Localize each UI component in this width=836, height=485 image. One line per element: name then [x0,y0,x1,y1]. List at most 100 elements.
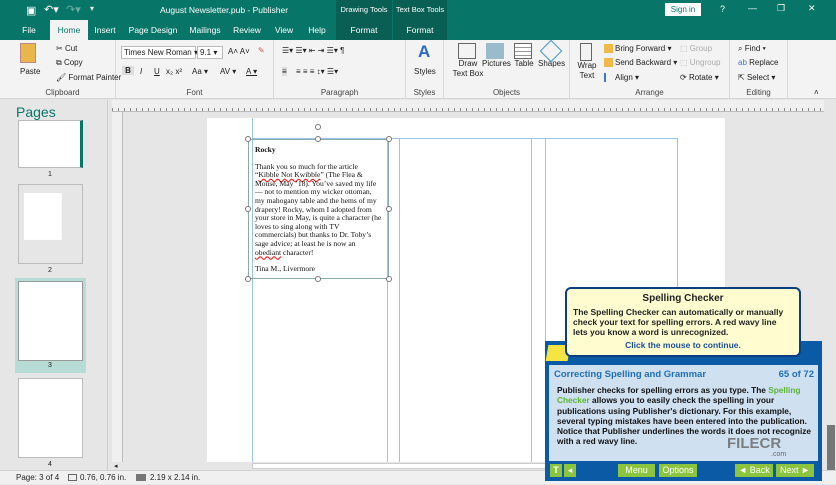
sign-in-button[interactable]: Sign in [665,3,701,16]
audio-button[interactable]: ◂ [564,464,576,477]
page-thumbnail-1[interactable] [18,120,83,168]
clear-formatting-icon[interactable]: ✎ [258,46,265,55]
tab-drawing-format[interactable]: Format [336,20,392,40]
grow-font-icon[interactable]: A˄ A˅ [228,47,250,56]
page-thumbnail-2[interactable] [18,184,83,264]
shapes-button[interactable]: Shapes [538,39,565,69]
send-backward-button[interactable]: Send Backward ▾ [604,58,677,68]
letter-body: Thank you so much for the article “Kibbl… [255,162,382,258]
menu-button[interactable]: Menu [618,464,655,477]
copy-button[interactable]: ⧉ Copy [56,58,83,68]
group-button[interactable]: ⬚ Group [680,44,712,53]
select-button[interactable]: ⇱ Select ▾ [738,73,775,82]
paragraph-group: ☰▾ ☰▾ ⇤ ⇥ ☰▾ ¶ ≡ ≡ ≡ ≡ ↕▾ ☰▾ Paragraph [274,40,406,99]
find-button[interactable]: ⌕ Find ▾ [738,44,766,54]
resize-handle[interactable] [386,136,392,142]
resize-handle[interactable] [386,206,392,212]
page-indicator[interactable]: Page: 3 of 4 [16,471,59,485]
tutorial-progress: 65 of 72 [778,369,814,380]
scroll-thumb[interactable] [252,463,552,469]
styles-group: A Styles Styles [406,40,444,99]
replace-button[interactable]: ab Replace [738,58,779,67]
back-button[interactable]: ◄ Back [735,464,773,477]
tab-text-box-format[interactable]: Format [393,20,447,40]
pictures-label: Pictures [482,59,511,68]
font-name-select[interactable]: Times New Roman ▾ [121,46,198,59]
resize-handle[interactable] [315,136,321,142]
font-size-select[interactable]: 9.1 ▾ [197,46,223,59]
paste-button[interactable]: Paste [20,67,40,76]
letter-signature: Tina M., Livermore [255,264,316,274]
pictures-button[interactable]: Pictures [482,43,511,69]
rotate-label: Rotate [688,73,713,82]
next-button[interactable]: Next ► [776,464,814,477]
editing-label: Editing [746,88,771,97]
page-thumbnail-3-selected[interactable] [15,278,86,373]
tutorial-panel[interactable]: Correcting Spelling and Grammar 65 of 72… [545,341,822,481]
table-icon [514,43,532,59]
format-painter-button[interactable]: 🖌 Format Painter [56,73,121,82]
bullets-icon[interactable]: ☰▾ ☰▾ ⇤ ⇥ ☰▾ ¶ [282,46,344,55]
tooltip-action[interactable]: Click the mouse to continue. [573,340,793,350]
undo-icon[interactable]: ↶▾ [44,3,59,16]
watermark-sub: .com [771,451,787,458]
tab-help[interactable]: Help [302,20,332,40]
clipboard-label: Clipboard [45,88,80,97]
subscript-button[interactable]: x₂ x² [166,67,182,76]
close-button[interactable]: ✕ [808,3,816,14]
resize-handle[interactable] [245,136,251,142]
redo-icon[interactable]: ↷▾ [66,3,81,16]
letter-text-box[interactable]: Rocky Thank you so much for the article … [248,139,389,279]
vertical-ruler[interactable] [112,112,123,462]
table-button[interactable]: Table [514,43,534,69]
resize-handle[interactable] [386,276,392,282]
tutorial-text-part: Publisher checks for spelling errors as … [557,385,769,395]
save-icon[interactable]: ▣ [26,4,36,17]
resize-handle[interactable] [315,276,321,282]
minimize-button[interactable]: — [748,3,757,13]
align-left-icon[interactable]: ≡ [282,67,287,76]
tab-insert[interactable]: Insert [90,20,120,40]
italic-button[interactable]: I [140,67,142,76]
cut-button[interactable]: ✂ Cut [56,44,77,53]
options-button[interactable]: Options [659,464,697,477]
customize-qat-icon[interactable]: ▾ [90,4,94,13]
wrap-text-button[interactable]: Wrap Text [576,43,598,81]
character-spacing-icon[interactable]: AV ▾ [220,67,236,76]
underline-button[interactable]: U [154,67,160,76]
restore-button[interactable]: ❐ [777,3,785,14]
styles-button[interactable]: Styles [414,67,436,76]
resize-handle[interactable] [245,276,251,282]
arrange-label: Arrange [635,88,664,97]
rotate-button[interactable]: ⟳ Rotate ▾ [680,73,719,82]
alignment-icons[interactable]: ≡ ≡ ≡ ↕▾ ☰▾ [296,67,338,76]
text-toggle-button[interactable]: T [550,464,562,477]
ungroup-button[interactable]: ⬚ Ungroup [680,58,720,67]
page-thumbnail-4[interactable] [18,378,83,458]
tab-mailings[interactable]: Mailings [186,20,224,40]
tab-review[interactable]: Review [230,20,264,40]
pictures-icon [486,43,505,59]
tab-file[interactable]: File [14,20,44,40]
scroll-thumb[interactable] [827,425,835,470]
vertical-scrollbar[interactable] [825,100,836,470]
horizontal-ruler[interactable] [112,100,824,112]
scroll-left-icon[interactable]: ◂ [114,462,118,470]
rotate-handle[interactable] [315,124,321,130]
bold-button[interactable]: B [122,66,134,75]
bring-forward-button[interactable]: Bring Forward ▾ [604,44,672,54]
change-case-button[interactable]: Aa ▾ [192,67,208,76]
align-button[interactable]: Align ▾ [604,73,639,83]
spelling-checker-tooltip[interactable]: Spelling Checker The Spelling Checker ca… [565,287,801,357]
tab-home[interactable]: Home [50,20,88,40]
align-icon [604,73,613,83]
resize-handle[interactable] [245,206,251,212]
letter-text: character! [281,247,314,257]
collapse-ribbon-icon[interactable]: ˄ [814,88,819,97]
tab-page-design[interactable]: Page Design [126,20,180,40]
draw-text-box-button[interactable]: Draw Text Box [452,43,484,79]
tab-view[interactable]: View [270,20,298,40]
letter-heading: Rocky [255,145,276,154]
help-button[interactable]: ? [720,4,725,14]
font-color-icon[interactable]: A ▾ [246,67,257,76]
